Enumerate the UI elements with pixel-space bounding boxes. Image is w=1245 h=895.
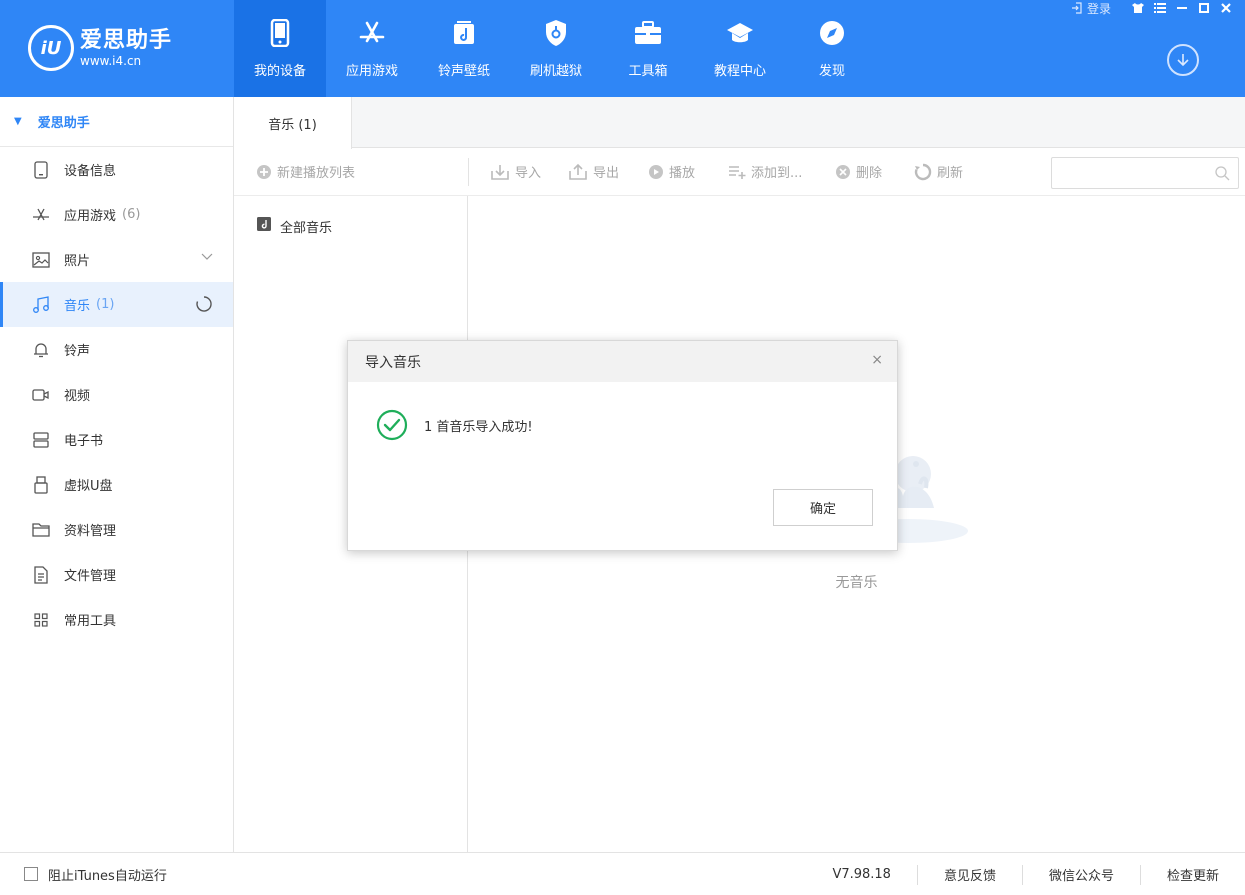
play-icon xyxy=(649,164,663,179)
loading-spinner-icon xyxy=(195,295,213,317)
compass-icon xyxy=(815,16,849,50)
add-to-button[interactable]: 添加到... xyxy=(728,162,802,181)
sidebar-root[interactable]: ▼ 爱思助手 xyxy=(0,97,233,147)
version-label: V7.98.18 xyxy=(832,867,891,882)
download-icon[interactable] xyxy=(1167,44,1199,76)
sidebar-item-virtual-udisk[interactable]: 虚拟U盘 xyxy=(0,462,233,507)
document-icon xyxy=(32,565,50,584)
main-nav: 我的设备 应用游戏 铃声壁纸 刷机越狱 工具箱 教程中心 发现 xyxy=(234,0,878,97)
wechat-link[interactable]: 微信公众号 xyxy=(1021,864,1140,885)
tab-music[interactable]: 音乐 (1) xyxy=(234,97,352,149)
app-store-icon xyxy=(32,206,50,224)
nav-apps-games[interactable]: 应用游戏 xyxy=(326,0,418,97)
sidebar-item-photos[interactable]: 照片 xyxy=(0,237,233,282)
sidebar-item-videos[interactable]: 视频 xyxy=(0,372,233,417)
caret-down-icon: ▼ xyxy=(14,116,22,127)
sidebar-item-ebooks[interactable]: 电子书 xyxy=(0,417,233,462)
new-playlist-button[interactable]: 新建播放列表 xyxy=(256,162,355,181)
delete-icon xyxy=(836,164,850,179)
photo-icon xyxy=(32,251,50,269)
checkbox-box[interactable] xyxy=(24,867,38,881)
usb-drive-icon xyxy=(32,475,50,494)
book-icon xyxy=(32,431,50,449)
nav-discover[interactable]: 发现 xyxy=(786,0,878,97)
block-itunes-checkbox[interactable]: 阻止iTunes自动运行 xyxy=(24,865,167,884)
plus-circle-icon xyxy=(257,164,271,179)
app-store-icon xyxy=(355,16,389,50)
app-name: 爱思助手 xyxy=(80,28,173,53)
music-toolbar: 新建播放列表 导入 导出 播放 添加到... 删除 刷新 xyxy=(234,148,1245,196)
folder-icon xyxy=(32,521,50,539)
status-bar: 阻止iTunes自动运行 V7.98.18 意见反馈 微信公众号 检查更新 xyxy=(0,852,1245,895)
import-icon xyxy=(491,164,509,180)
app-url: www.i4.cn xyxy=(80,54,142,68)
empty-state-text: 无音乐 xyxy=(835,575,878,591)
toolbar-divider xyxy=(468,158,469,186)
nav-tutorials[interactable]: 教程中心 xyxy=(694,0,786,97)
window-topbar: 登录 xyxy=(1071,0,1235,16)
login-icon xyxy=(1071,2,1082,14)
music-folder-icon xyxy=(256,216,272,236)
logo-mark: iU xyxy=(28,25,74,71)
search-input[interactable] xyxy=(1060,158,1210,186)
check-update-link[interactable]: 检查更新 xyxy=(1139,864,1245,885)
search-icon[interactable] xyxy=(1214,165,1230,185)
import-music-dialog: 导入音乐 × 1 首音乐导入成功! 确定 xyxy=(347,340,898,551)
sidebar-item-music[interactable]: 音乐 (1) xyxy=(0,282,233,327)
nav-my-device[interactable]: 我的设备 xyxy=(234,0,326,97)
chevron-down-icon[interactable] xyxy=(201,250,213,265)
sidebar-item-data-management[interactable]: 资料管理 xyxy=(0,507,233,552)
grid-icon xyxy=(32,611,50,629)
shield-icon xyxy=(539,16,573,50)
nav-flash-jailbreak[interactable]: 刷机越狱 xyxy=(510,0,602,97)
phone-icon xyxy=(263,16,297,50)
dialog-header: 导入音乐 × xyxy=(348,341,897,382)
minimize-icon[interactable] xyxy=(1173,0,1191,16)
dialog-message: 1 首音乐导入成功! xyxy=(376,409,533,441)
bell-icon xyxy=(32,341,50,359)
app-logo: iU 爱思助手 www.i4.cn xyxy=(28,24,198,72)
music-note-icon xyxy=(447,16,481,50)
graduation-cap-icon xyxy=(723,16,757,50)
skin-icon[interactable] xyxy=(1129,0,1147,16)
delete-button[interactable]: 删除 xyxy=(835,162,882,181)
nav-toolbox[interactable]: 工具箱 xyxy=(602,0,694,97)
sidebar-item-ringtones[interactable]: 铃声 xyxy=(0,327,233,372)
sidebar: ▼ 爱思助手 设备信息 应用游戏 (6) 照片 音乐 (1) 铃声 视频 电子书… xyxy=(0,97,234,852)
close-window-icon[interactable] xyxy=(1217,0,1235,16)
login-link[interactable]: 登录 xyxy=(1071,0,1111,17)
import-button[interactable]: 导入 xyxy=(490,162,541,181)
sidebar-item-file-management[interactable]: 文件管理 xyxy=(0,552,233,597)
add-to-list-icon xyxy=(729,165,746,179)
maximize-icon[interactable] xyxy=(1195,0,1213,16)
menu-icon[interactable] xyxy=(1151,0,1169,16)
ok-button[interactable]: 确定 xyxy=(773,489,873,526)
close-icon[interactable]: × xyxy=(871,352,883,368)
sidebar-item-apps[interactable]: 应用游戏 (6) xyxy=(0,192,233,237)
dialog-message-text: 1 首音乐导入成功! xyxy=(424,419,533,435)
playlist-all-music[interactable]: 全部音乐 xyxy=(256,216,332,236)
music-note-icon xyxy=(32,295,50,314)
dialog-title: 导入音乐 xyxy=(365,354,421,371)
device-icon xyxy=(32,160,50,179)
success-check-icon xyxy=(376,409,408,441)
video-icon xyxy=(32,386,50,404)
export-icon xyxy=(569,163,587,180)
app-header: iU 爱思助手 www.i4.cn 我的设备 应用游戏 铃声壁纸 刷机越狱 工具… xyxy=(0,0,1245,97)
toolbox-icon xyxy=(631,16,665,50)
search-box[interactable] xyxy=(1051,157,1239,189)
feedback-link[interactable]: 意见反馈 xyxy=(916,864,1022,885)
play-button[interactable]: 播放 xyxy=(648,162,695,181)
refresh-icon xyxy=(914,163,932,180)
tab-bar: 音乐 (1) xyxy=(234,97,1245,149)
export-button[interactable]: 导出 xyxy=(568,162,619,181)
refresh-button[interactable]: 刷新 xyxy=(914,162,963,181)
nav-ringtones[interactable]: 铃声壁纸 xyxy=(418,0,510,97)
sidebar-item-common-tools[interactable]: 常用工具 xyxy=(0,597,233,642)
sidebar-item-device-info[interactable]: 设备信息 xyxy=(0,147,233,192)
